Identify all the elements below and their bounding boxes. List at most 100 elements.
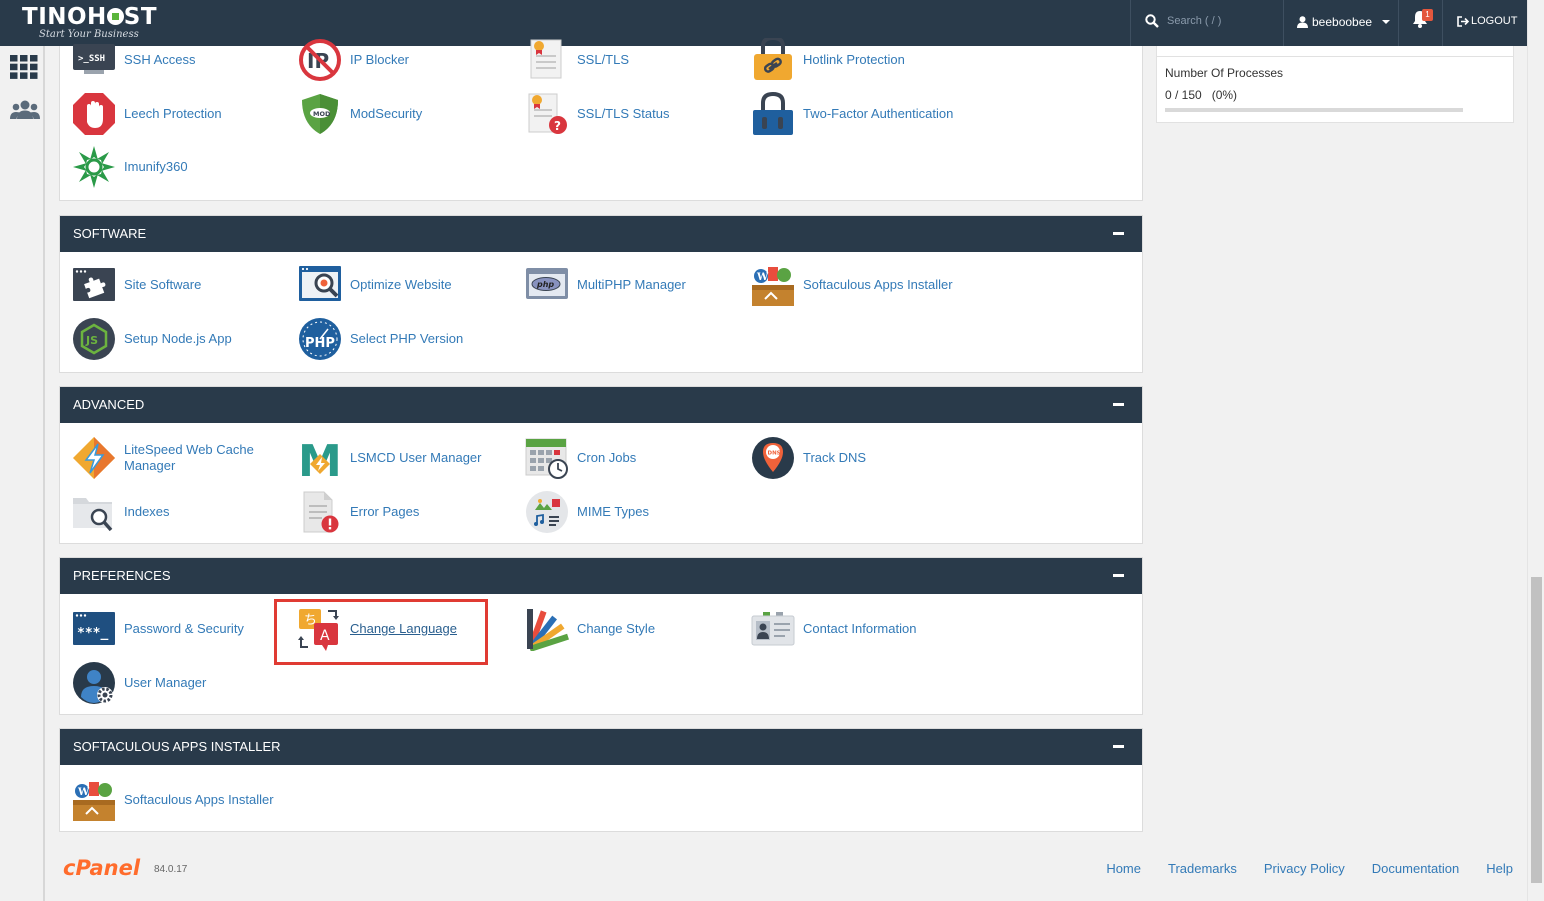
logout-label: LOGOUT [1471, 15, 1518, 27]
footer-link-help[interactable]: Help [1486, 861, 1513, 876]
error-pages-label: Error Pages [350, 504, 420, 519]
imunify360-link[interactable]: Imunify360 [72, 145, 188, 189]
two-factor-authentication-label: Two-Factor Authentication [803, 106, 954, 121]
scrollbar-thumb[interactable] [1531, 577, 1542, 883]
svg-text:MOD: MOD [313, 110, 331, 118]
collapse-icon[interactable] [1113, 232, 1124, 235]
hotlink-lock-icon [751, 35, 795, 82]
litespeed-web-cache-manager-label: LiteSpeed Web Cache Manager [124, 442, 254, 473]
palette-icon [525, 607, 569, 652]
grid-apps-icon[interactable] [10, 55, 38, 79]
footer-link-privacy-policy[interactable]: Privacy Policy [1264, 861, 1345, 876]
leech-protection-link[interactable]: Leech Protection [72, 92, 222, 136]
optimize-website-link[interactable]: Optimize Website [298, 263, 452, 307]
users-group-icon[interactable] [10, 100, 40, 120]
error-page-icon [298, 490, 342, 534]
change-style-link[interactable]: Change Style [525, 607, 656, 652]
logo-text: TINOH ST [22, 4, 158, 30]
password-security-link[interactable]: ***_ Password & Security [72, 607, 244, 651]
logout-icon [1457, 15, 1469, 27]
modsecurity-label: ModSecurity [350, 106, 423, 121]
setup-nodejs-app-link[interactable]: JS Setup Node.js App [72, 317, 232, 361]
track-dns-link[interactable]: DNS Track DNS [751, 436, 866, 480]
footer-link-trademarks[interactable]: Trademarks [1168, 861, 1237, 876]
stat-title: Number Of Processes [1165, 66, 1284, 80]
logout-button[interactable]: LOGOUT [1457, 15, 1517, 27]
left-sidebar [0, 46, 45, 901]
footer-links: Home Trademarks Privacy Policy Documenta… [1079, 861, 1513, 876]
user-menu[interactable]: beeboobee [1297, 15, 1391, 29]
ssl-tls-status-label: SSL/TLS Status [577, 106, 670, 121]
contact-information-link[interactable]: Contact Information [751, 607, 916, 651]
track-dns-label: Track DNS [803, 450, 867, 465]
shield-icon: MOD [298, 92, 342, 136]
ip-blocker-icon: IP [298, 38, 342, 82]
preferences-header[interactable]: PREFERENCES [60, 558, 1142, 594]
lsmcd-user-manager-link[interactable]: M LSMCD User Manager [298, 436, 482, 487]
two-factor-authentication-link[interactable]: Two-Factor Authentication [751, 91, 954, 136]
cron-jobs-link[interactable]: Cron Jobs [525, 436, 636, 480]
ip-blocker-link[interactable]: IP IP Blocker [298, 38, 409, 82]
softaculous-apps-installer-link[interactable]: W Softaculous Apps Installer [751, 263, 953, 307]
svg-text:W: W [756, 272, 769, 283]
advanced-header[interactable]: ADVANCED [60, 387, 1142, 423]
footer-link-home[interactable]: Home [1106, 861, 1141, 876]
hand-stop-icon [72, 92, 116, 136]
softaculous-title: SOFTACULOUS APPS INSTALLER [73, 739, 281, 754]
ssl-status-icon: ? [525, 92, 569, 136]
ssl-tls-status-link[interactable]: ? SSL/TLS Status [525, 92, 670, 136]
cpanel-logo[interactable]: cPanel [63, 856, 140, 880]
svg-text:JS: JS [85, 334, 98, 347]
svg-text:***_: ***_ [77, 626, 108, 641]
software-panel: SOFTWARE Site Software Optimize Website … [59, 215, 1143, 373]
softaculous-apps-installer-label-2: Softaculous Apps Installer [124, 792, 274, 807]
ssl-tls-link[interactable]: SSL/TLS [525, 38, 629, 82]
mime-types-link[interactable]: MIME Types [525, 490, 649, 534]
indexes-link[interactable]: Indexes [72, 490, 170, 534]
lsmcd-icon: M [298, 436, 342, 487]
error-pages-link[interactable]: Error Pages [298, 490, 419, 534]
collapse-icon[interactable] [1113, 745, 1124, 748]
software-header[interactable]: SOFTWARE [60, 216, 1142, 252]
notification-badge: 1 [1422, 9, 1433, 21]
ssl-certificate-icon [525, 38, 569, 82]
footer-link-documentation[interactable]: Documentation [1372, 861, 1459, 876]
user-gear-icon [72, 661, 116, 705]
indexes-label: Indexes [124, 504, 170, 519]
svg-text:php: php [536, 280, 554, 289]
change-style-label: Change Style [577, 621, 656, 636]
site-software-link[interactable]: Site Software [72, 263, 201, 307]
collapse-icon[interactable] [1113, 403, 1124, 406]
multiphp-manager-link[interactable]: php MultiPHP Manager [525, 263, 686, 307]
mime-icon [525, 490, 569, 534]
hotlink-protection-link[interactable]: Hotlink Protection [751, 35, 905, 82]
contact-information-label: Contact Information [803, 621, 917, 636]
collapse-icon[interactable] [1113, 574, 1124, 577]
search-box[interactable]: Search ( / ) [1145, 14, 1221, 28]
user-icon [1297, 16, 1308, 28]
cron-jobs-label: Cron Jobs [577, 450, 637, 465]
softaculous-apps-installer-link-2[interactable]: W Softaculous Apps Installer [72, 778, 274, 822]
ssh-access-link[interactable]: >_SSH SSH Access [72, 38, 196, 82]
select-php-version-link[interactable]: PHP Select PHP Version [298, 317, 463, 361]
page-scrollbar[interactable] [1527, 0, 1544, 901]
padlock-icon [751, 91, 795, 136]
softaculous-icon: W [72, 778, 116, 822]
select-php-version-label: Select PHP Version [350, 331, 464, 346]
search-input[interactable]: Search ( / ) [1167, 15, 1221, 27]
brand-logo[interactable]: TINOH ST Start Your Business [22, 4, 157, 40]
litespeed-web-cache-manager-link[interactable]: LiteSpeed Web Cache Manager [72, 436, 264, 480]
header-divider [1130, 0, 1131, 46]
calendar-clock-icon [525, 436, 569, 480]
magnifier-icon [298, 263, 342, 307]
cpanel-version: 84.0.17 [154, 864, 188, 875]
svg-text:?: ? [554, 119, 561, 133]
user-manager-link[interactable]: User Manager [72, 661, 206, 705]
softaculous-header[interactable]: SOFTACULOUS APPS INSTALLER [60, 729, 1142, 765]
mime-types-label: MIME Types [577, 504, 650, 519]
modsecurity-link[interactable]: MOD ModSecurity [298, 92, 422, 136]
svg-text:>_SSH: >_SSH [78, 54, 105, 64]
chevron-down-icon [1382, 20, 1391, 24]
folder-search-icon [72, 490, 116, 534]
header-divider [1283, 0, 1284, 46]
